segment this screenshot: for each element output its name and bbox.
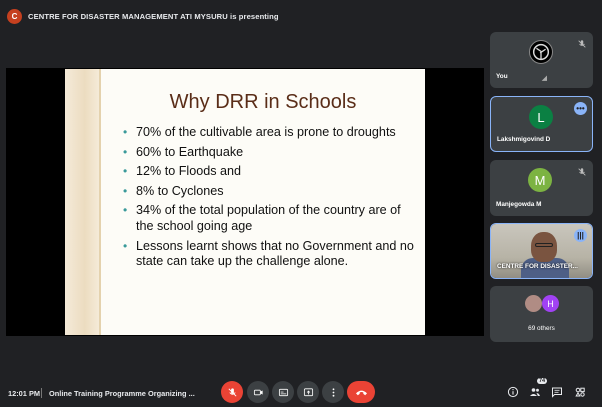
present-now-button[interactable]: [297, 381, 319, 403]
mic-off-icon: [578, 168, 586, 176]
people-button[interactable]: [528, 385, 542, 399]
speaking-indicator-icon: |||: [574, 229, 587, 242]
participant-name: CENTRE FOR DISASTER...: [497, 263, 578, 270]
signal-icon: ◢: [541, 75, 547, 82]
presentation-stage[interactable]: Why DRR in Schools • 70% of the cultivabl…: [6, 68, 484, 336]
mic-toggle-button[interactable]: [221, 381, 243, 403]
slide-bullet-list: • 70% of the cultivable area is prone to …: [123, 125, 419, 274]
bullet-icon: •: [123, 183, 128, 198]
more-options-icon[interactable]: •••: [574, 102, 587, 115]
present-icon: [303, 387, 313, 396]
participant-name: You: [496, 73, 508, 80]
others-photo-avatar: [525, 295, 542, 312]
leave-call-button[interactable]: [347, 381, 375, 403]
participant-tile-manjegowda[interactable]: M Manjegowda M: [490, 160, 593, 216]
captions-icon: [278, 388, 288, 396]
self-avatar-logo: [529, 40, 553, 64]
participant-name: Lakshmigovind D: [497, 136, 551, 143]
more-options-button[interactable]: [322, 381, 344, 403]
info-icon: [507, 386, 519, 398]
bullet-icon: •: [123, 144, 128, 159]
clock-time: 12:01 PM: [8, 389, 41, 398]
participant-tile-presenter[interactable]: ||| CENTRE FOR DISASTER...: [490, 223, 593, 279]
slide-title: Why DRR in Schools: [169, 91, 357, 113]
presenter-head: [531, 232, 557, 262]
aperture-icon: [532, 43, 550, 61]
captions-button[interactable]: [272, 381, 294, 403]
slide-bullet: • Lessons learnt shows that no Government…: [123, 238, 414, 269]
mic-off-icon: [578, 40, 586, 48]
activities-icon: [575, 387, 585, 397]
meet-window: C CENTRE FOR DISASTER MANAGEMENT ATI MYS…: [0, 0, 602, 407]
presenting-text: CENTRE FOR DISASTER MANAGEMENT ATI MYSUR…: [28, 11, 279, 21]
slide: Why DRR in Schools • 70% of the cultivabl…: [65, 69, 425, 335]
slide-bullet: • 60% to Earthquake: [123, 144, 244, 159]
bullet-icon: •: [123, 164, 128, 179]
bullet-icon: •: [123, 238, 128, 253]
participant-tile-lakshmigovind[interactable]: L ••• Lakshmigovind D: [490, 96, 593, 152]
people-icon: [530, 388, 540, 396]
more-icon: [332, 387, 334, 397]
activities-button[interactable]: [573, 385, 587, 399]
avatar: M: [528, 168, 552, 192]
slide-bullet: • 8% to Cyclones: [123, 183, 224, 198]
participant-tile-others[interactable]: H 69 others: [490, 286, 593, 342]
slide-bullet: • 12% to Floods and: [123, 164, 242, 179]
hangup-icon: [355, 390, 367, 395]
meeting-details-button[interactable]: [506, 385, 520, 399]
divider: [41, 388, 42, 398]
participant-name: Manjegowda M: [496, 201, 542, 208]
camera-toggle-button[interactable]: [247, 381, 269, 403]
presenter-avatar: C: [7, 8, 22, 24]
bullet-icon: •: [123, 203, 128, 218]
avatar: L: [529, 105, 553, 129]
slide-bullet: • 70% of the cultivable area is prone to …: [123, 125, 396, 139]
mic-off-icon: [228, 387, 236, 396]
slide-bullet: • 34% of the total population of the coun…: [123, 203, 401, 233]
others-avatar: H: [542, 295, 559, 312]
others-count-label: 69 others: [528, 325, 555, 332]
presenter-glasses: [535, 243, 553, 247]
chat-button[interactable]: [550, 385, 564, 399]
chat-icon: [552, 387, 562, 398]
slide-decorative-band: [65, 69, 101, 335]
camera-icon: [253, 389, 263, 395]
people-count-badge: 74: [537, 378, 548, 384]
participant-tile-you[interactable]: You ◢: [490, 32, 593, 88]
meeting-title[interactable]: Online Training Programme Organizing ...: [49, 389, 195, 398]
bullet-icon: •: [123, 125, 128, 139]
presenting-banner: C CENTRE FOR DISASTER MANAGEMENT ATI MYS…: [7, 5, 279, 27]
